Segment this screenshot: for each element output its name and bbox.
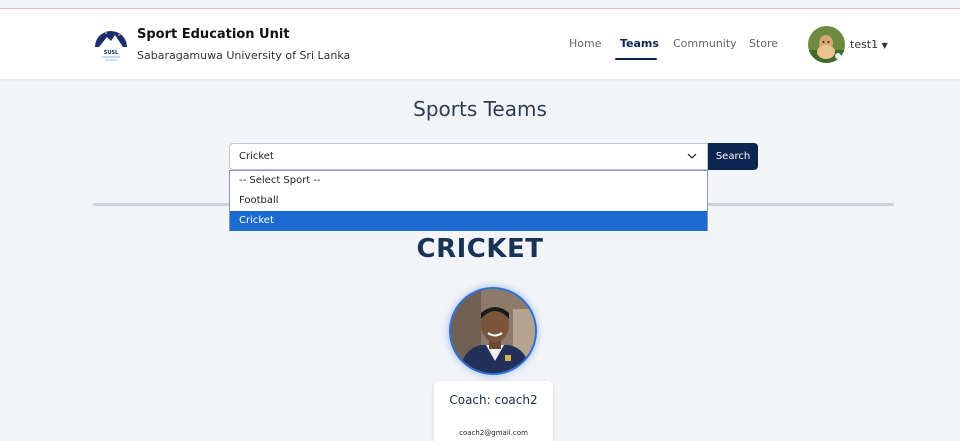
nav-teams[interactable]: Teams	[620, 37, 659, 50]
option-select-sport[interactable]: -- Select Sport --	[230, 171, 707, 191]
search-button[interactable]: Search	[708, 143, 758, 170]
sport-select-value: Cricket	[239, 151, 274, 162]
nav-store[interactable]: Store	[749, 37, 778, 50]
caret-down-icon: ▼	[881, 41, 888, 50]
sport-heading: CRICKET	[416, 234, 544, 264]
sport-select[interactable]: Cricket	[229, 143, 708, 170]
sport-dropdown-list: -- Select Sport -- Football Cricket	[229, 170, 708, 231]
option-football[interactable]: Football	[230, 191, 707, 211]
chevron-down-icon	[687, 152, 697, 160]
nav-active-indicator	[615, 58, 657, 60]
user-name-label: test1	[850, 38, 879, 51]
nav-community[interactable]: Community	[673, 37, 737, 50]
user-avatar-icon[interactable]	[808, 26, 845, 63]
nav-home[interactable]: Home	[569, 37, 601, 50]
option-cricket[interactable]: Cricket	[230, 211, 707, 231]
site-header: SUSL Sport Education Unit Sabaragamuwa U…	[0, 9, 960, 79]
user-menu-toggle[interactable]: test1 ▼	[850, 38, 888, 51]
coach-photo	[449, 287, 537, 375]
svg-text:SUSL: SUSL	[104, 50, 119, 56]
page-title: Sports Teams	[413, 97, 547, 121]
coach-name: Coach: coach2	[449, 393, 538, 407]
coach-email[interactable]: coach2@gmail.com	[434, 429, 553, 437]
brand-title[interactable]: Sport Education Unit	[137, 27, 290, 42]
university-logo-icon[interactable]: SUSL	[94, 25, 128, 63]
brand-subtitle: Sabaragamuwa University of Sri Lanka	[137, 49, 351, 62]
coach-card: Coach: coach2 coach2@gmail.com	[434, 381, 553, 441]
